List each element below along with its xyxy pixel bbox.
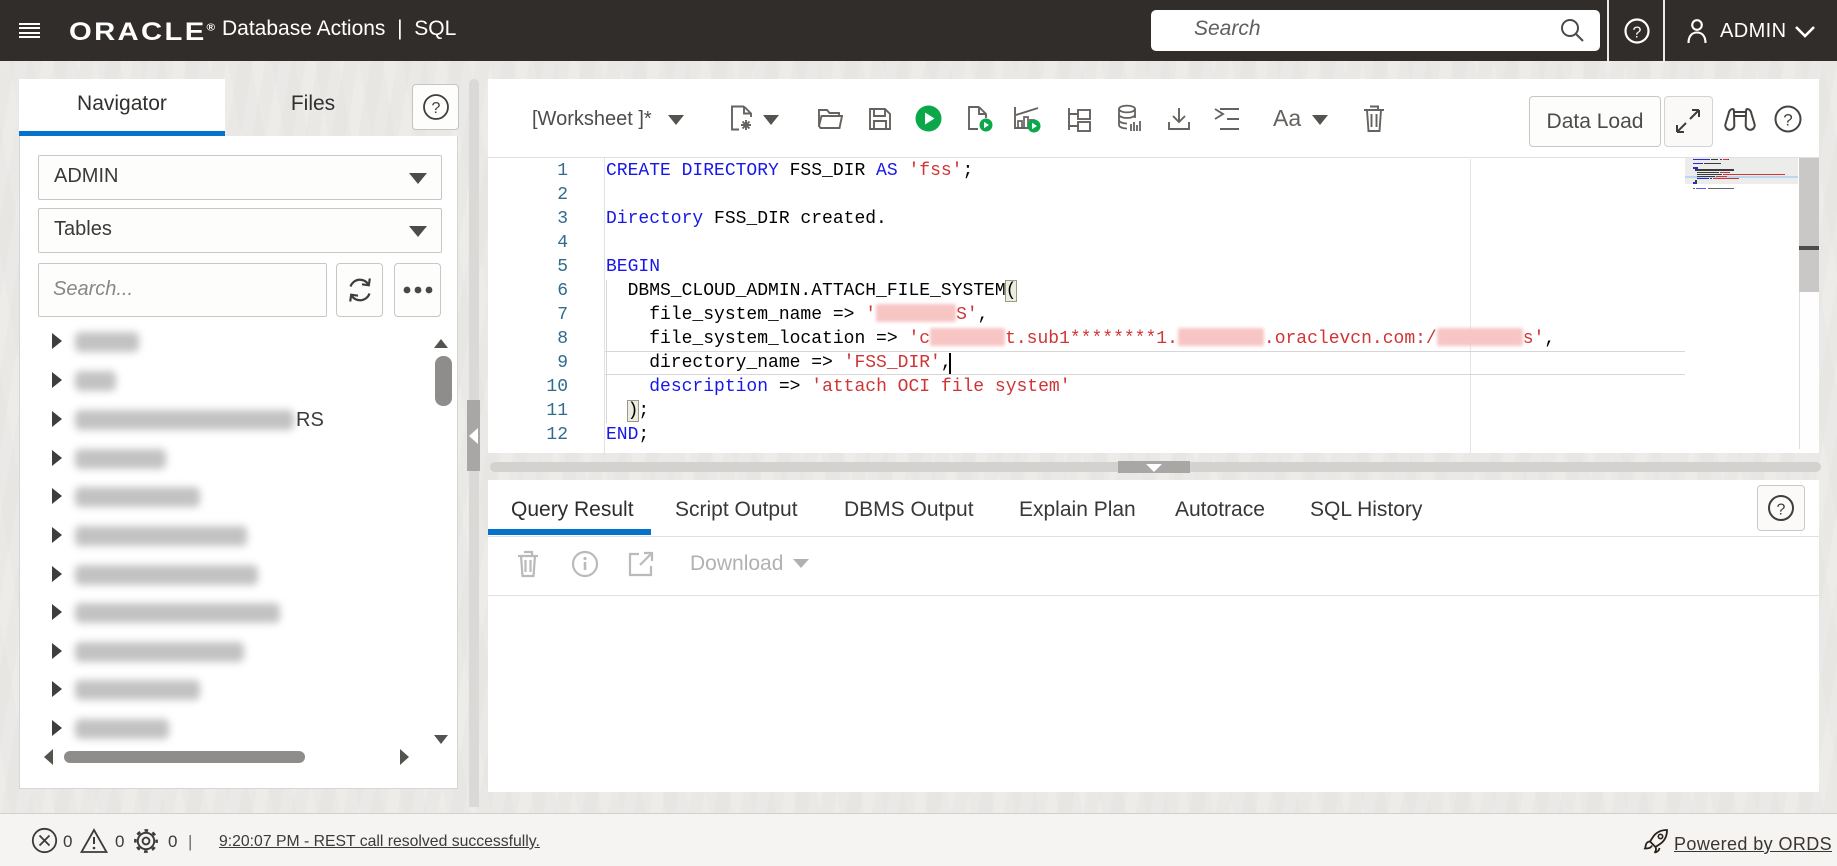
svg-text:?: ? <box>1783 111 1792 130</box>
svg-text:?: ? <box>1633 25 1642 42</box>
svg-text:?: ? <box>432 100 441 117</box>
svg-text:?: ? <box>1777 502 1786 519</box>
